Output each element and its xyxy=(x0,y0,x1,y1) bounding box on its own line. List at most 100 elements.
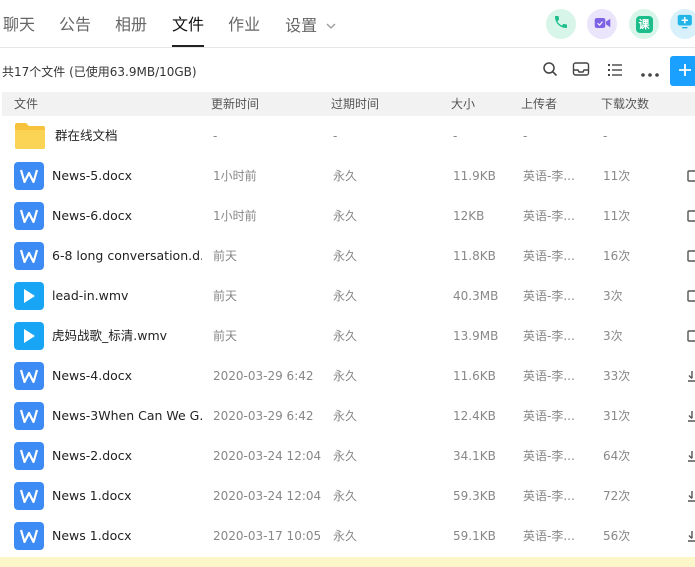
upload-button[interactable] xyxy=(670,56,695,86)
folder-move-icon[interactable] xyxy=(687,290,695,302)
download-icon[interactable] xyxy=(687,410,695,422)
cell-expires: 永久 xyxy=(333,369,358,383)
column-header-updated[interactable]: 更新时间 xyxy=(211,92,259,116)
column-header-expires[interactable]: 过期时间 xyxy=(331,92,379,116)
file-name[interactable]: News-3When Can We G... xyxy=(52,396,202,436)
inbox-button[interactable] xyxy=(571,61,591,81)
cell-updated: 前天 xyxy=(213,249,238,263)
chevron-down-icon xyxy=(326,0,336,50)
tab-label: 聊天 xyxy=(3,15,36,34)
cell-uploader: 英语-李... xyxy=(523,289,575,303)
cell-uploader: 英语-李... xyxy=(523,369,575,383)
cell-expires: 永久 xyxy=(333,449,358,463)
cell-expires: 永久 xyxy=(333,249,358,263)
cell-updated: 2020-03-29 6:42 xyxy=(213,409,314,423)
cell-uploader: 英语-李... xyxy=(523,249,575,263)
file-row[interactable]: News-5.docx 1小时前 永久 11.9KB 英语-李... 11次 xyxy=(0,156,695,196)
cell-expires: - xyxy=(333,129,338,143)
cell-downloads: 31次 xyxy=(603,409,631,423)
column-header-size[interactable]: 大小 xyxy=(451,92,475,116)
file-row[interactable]: News 1.docx 2020-03-17 10:05 永久 59.1KB 英语-李.… xyxy=(0,516,695,556)
search-icon xyxy=(542,61,558,81)
video-file-icon xyxy=(14,322,44,350)
cell-uploader: 英语-李... xyxy=(523,209,575,223)
tab-label: 设置 xyxy=(285,16,318,35)
class-button[interactable]: 课 xyxy=(629,9,659,39)
cell-updated: 前天 xyxy=(213,289,238,303)
file-row[interactable]: News 1.docx 2020-03-24 12:04 永久 59.3KB 英语-李.… xyxy=(0,476,695,516)
cell-updated: 2020-03-29 6:42 xyxy=(213,369,314,383)
file-row[interactable]: 6-8 long conversation.d... 前天 永久 11.8KB 英语-李… xyxy=(0,236,695,276)
file-name[interactable]: News 1.docx xyxy=(52,476,202,516)
download-icon[interactable] xyxy=(687,530,695,542)
cell-updated: 前天 xyxy=(213,329,238,343)
file-row[interactable]: 虎妈战歌_标清.wmv 前天 永久 13.9MB 英语-李... 3次 xyxy=(0,316,695,356)
share-screen-icon xyxy=(677,14,694,34)
file-table-header: 文件 更新时间 过期时间 大小 上传者 下载次数 xyxy=(2,92,695,116)
cell-downloads: 33次 xyxy=(603,369,631,383)
file-row[interactable]: News-4.docx 2020-03-29 6:42 永久 11.6KB 英语-李..… xyxy=(0,356,695,396)
file-name[interactable]: lead-in.wmv xyxy=(52,276,202,316)
tab-homework[interactable]: 作业 xyxy=(228,0,260,48)
cell-uploader: 英语-李... xyxy=(523,449,575,463)
cell-uploader: 英语-李... xyxy=(523,329,575,343)
column-header-file[interactable]: 文件 xyxy=(14,92,38,116)
share-screen-button[interactable] xyxy=(670,9,695,39)
tab-label: 作业 xyxy=(228,15,261,34)
folder-move-icon[interactable] xyxy=(687,170,695,182)
cell-updated: 2020-03-24 12:04 xyxy=(213,449,322,463)
file-name[interactable]: News-2.docx xyxy=(52,436,202,476)
cell-downloads: 56次 xyxy=(603,529,631,543)
folder-move-icon[interactable] xyxy=(687,210,695,222)
tab-announcements[interactable]: 公告 xyxy=(59,0,91,48)
file-row[interactable]: News-2.docx 2020-03-24 12:04 永久 34.1KB 英语-李.… xyxy=(0,436,695,476)
file-name[interactable]: 群在线文档 xyxy=(55,116,205,156)
file-name[interactable]: News-5.docx xyxy=(52,156,202,196)
word-document-icon xyxy=(14,402,44,430)
word-document-icon xyxy=(14,522,44,550)
word-document-icon xyxy=(14,162,44,190)
file-row[interactable]: lead-in.wmv 前天 永久 40.3MB 英语-李... 3次 xyxy=(0,276,695,316)
file-name[interactable]: 虎妈战歌_标清.wmv xyxy=(52,316,202,356)
cell-size: 12KB xyxy=(453,209,485,223)
cell-uploader: 英语-李... xyxy=(523,169,575,183)
cell-downloads: 64次 xyxy=(603,449,631,463)
cell-size: 59.1KB xyxy=(453,529,496,543)
download-icon[interactable] xyxy=(687,450,695,462)
search-button[interactable] xyxy=(540,61,560,81)
cell-downloads: 3次 xyxy=(603,289,623,303)
folder-move-icon[interactable] xyxy=(687,250,695,262)
file-row[interactable]: News-3When Can We G... 2020-03-29 6:42 永久 1… xyxy=(0,396,695,436)
cell-size: - xyxy=(453,129,458,143)
cell-updated: 1小时前 xyxy=(213,209,257,223)
folder-row[interactable]: 群在线文档 - - - - - xyxy=(0,116,695,156)
file-row[interactable]: News-6.docx 1小时前 永久 12KB 英语-李... 11次 xyxy=(0,196,695,236)
more-button[interactable] xyxy=(640,61,660,81)
list-view-button[interactable] xyxy=(605,61,625,81)
phone-icon xyxy=(553,14,569,34)
download-icon[interactable] xyxy=(687,370,695,382)
cell-expires: 永久 xyxy=(333,529,358,543)
column-header-downloads[interactable]: 下载次数 xyxy=(601,92,649,116)
word-document-icon xyxy=(14,242,44,270)
voice-call-button[interactable] xyxy=(546,9,576,39)
folder-icon xyxy=(14,121,46,150)
file-name[interactable]: 6-8 long conversation.d... xyxy=(52,236,202,276)
cell-updated: - xyxy=(213,129,218,143)
tab-settings[interactable]: 设置 xyxy=(285,0,336,48)
cell-uploader: - xyxy=(523,129,528,143)
tab-chat[interactable]: 聊天 xyxy=(3,0,35,48)
file-name[interactable]: News-6.docx xyxy=(52,196,202,236)
file-name[interactable]: News-4.docx xyxy=(52,356,202,396)
tab-album[interactable]: 相册 xyxy=(115,0,147,48)
tab-files[interactable]: 文件 xyxy=(172,0,205,48)
cell-size: 34.1KB xyxy=(453,449,496,463)
file-name[interactable]: News 1.docx xyxy=(52,516,202,556)
cell-expires: 永久 xyxy=(333,169,358,183)
video-call-button[interactable] xyxy=(587,9,617,39)
download-icon[interactable] xyxy=(687,490,695,502)
column-header-uploader[interactable]: 上传者 xyxy=(521,92,557,116)
cell-expires: 永久 xyxy=(333,329,358,343)
cell-size: 12.4KB xyxy=(453,409,496,423)
folder-move-icon[interactable] xyxy=(687,330,695,342)
